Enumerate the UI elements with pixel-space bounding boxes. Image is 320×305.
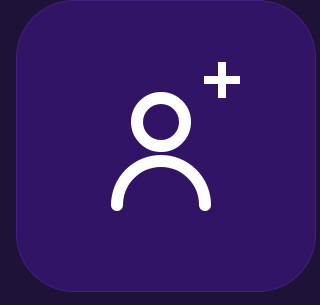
add-user-button[interactable] [16,0,316,292]
